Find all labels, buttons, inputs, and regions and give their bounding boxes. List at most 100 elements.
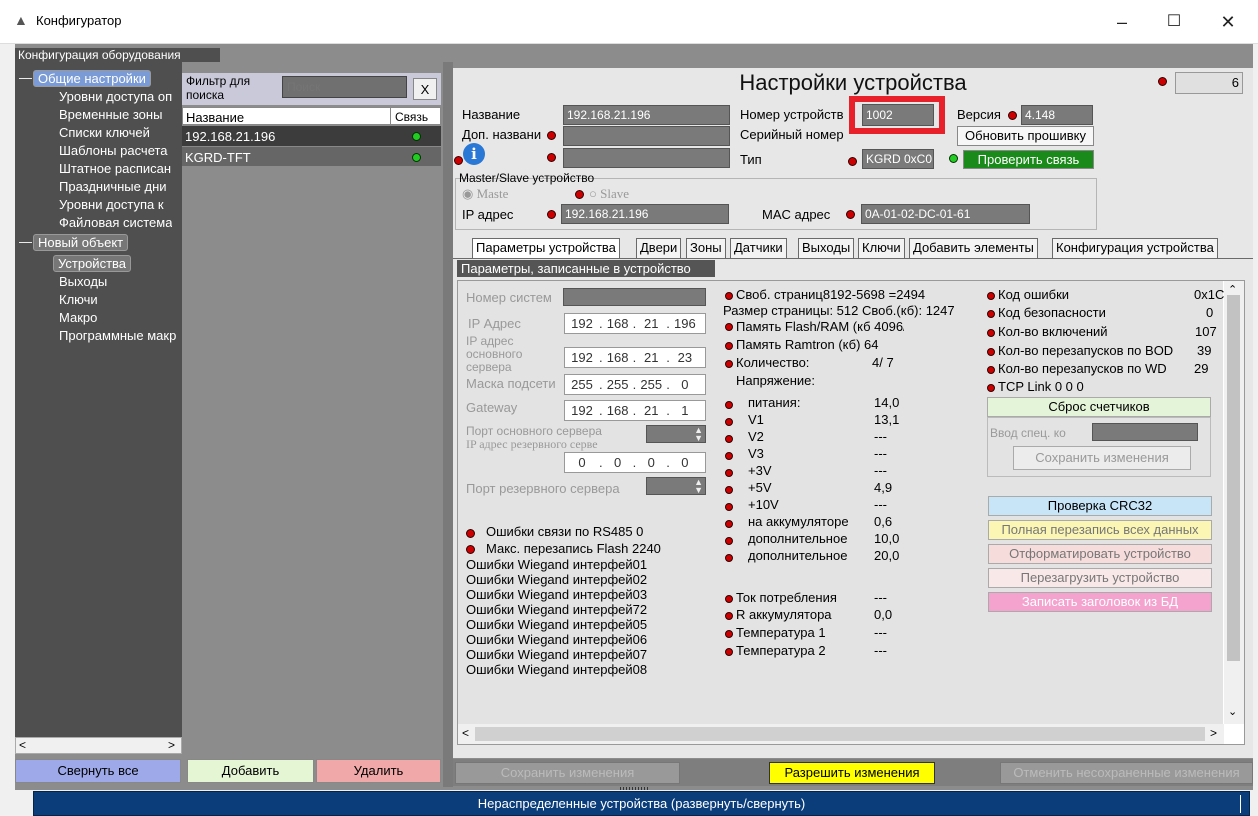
grip-handle[interactable] bbox=[620, 787, 650, 790]
reset-counters-button[interactable]: Сброс счетчиков bbox=[987, 397, 1211, 417]
tree-item[interactable]: Временные зоны bbox=[59, 107, 162, 122]
tree-item[interactable]: Уровни доступа к bbox=[59, 197, 164, 212]
scroll-left-icon[interactable]: < bbox=[462, 726, 469, 740]
device-row[interactable]: KGRD-TFT bbox=[182, 146, 441, 166]
scroll-right-icon[interactable]: > bbox=[168, 738, 175, 752]
bod-restarts-value: 39 bbox=[1197, 343, 1212, 358]
spin-icon[interactable]: ▲ ▼ bbox=[694, 478, 703, 494]
type-label: Тип bbox=[740, 152, 762, 167]
maximize-icon[interactable]: ☐ bbox=[1158, 8, 1190, 36]
tree-item[interactable]: Макро bbox=[59, 310, 97, 325]
tree-item[interactable]: Праздничные дни bbox=[59, 179, 167, 194]
filter-label: Фильтр для поиска bbox=[186, 74, 251, 102]
name-field[interactable]: 192.168.21.196 bbox=[563, 105, 730, 125]
tree-hscrollbar[interactable]: < > bbox=[15, 737, 182, 754]
device-row[interactable]: 192.168.21.196 bbox=[182, 126, 441, 146]
name-label: Название bbox=[462, 107, 521, 122]
ip-address-input[interactable]: 192. 168. 21. 196 bbox=[564, 313, 706, 334]
tab-doors[interactable]: Двери bbox=[636, 238, 682, 258]
unassigned-devices-bar[interactable]: Нераспределенные устройства (развернуть/… bbox=[33, 791, 1250, 816]
temp1-label: Температура 1 bbox=[736, 625, 826, 640]
special-code-input[interactable] bbox=[1092, 423, 1198, 441]
tree-item[interactable]: Списки ключей bbox=[59, 125, 150, 140]
subnet-mask-input[interactable]: 255. 255. 255. 0 bbox=[564, 374, 706, 395]
scroll-thumb[interactable] bbox=[1227, 295, 1240, 661]
clear-filter-button[interactable]: X bbox=[413, 78, 437, 100]
main-server-ip-input[interactable]: 192. 168. 21. 23 bbox=[564, 347, 706, 368]
splitter[interactable] bbox=[443, 62, 453, 787]
alt-name-field[interactable] bbox=[563, 126, 730, 146]
master-radio[interactable]: ◉ Maste bbox=[462, 186, 508, 202]
info-icon[interactable]: i bbox=[463, 143, 485, 165]
status-indicator-icon bbox=[547, 131, 556, 140]
reboot-device-button[interactable]: Перезагрузить устройство bbox=[988, 568, 1212, 588]
tab-sensors[interactable]: Датчики bbox=[730, 238, 787, 258]
cancel-changes-button[interactable]: Отменить несохраненные изменения bbox=[1000, 762, 1253, 784]
check-link-button[interactable]: Проверить связь bbox=[963, 150, 1094, 169]
hscrollbar[interactable]: < > bbox=[458, 724, 1224, 744]
vscrollbar[interactable]: ⌃ ⌄ bbox=[1224, 281, 1244, 724]
format-device-button[interactable]: Отформатировать устройство bbox=[988, 544, 1212, 564]
reserve-ip-label: IP адрес резервного серве bbox=[466, 437, 598, 451]
wiegand-error: Ошибки Wiegand интерфей72 bbox=[466, 602, 648, 617]
allow-changes-button[interactable]: Разрешить изменения bbox=[769, 762, 935, 784]
tree-item[interactable]: Уровни доступа оп bbox=[59, 89, 172, 104]
write-header-button[interactable]: Записать заголовок из БД bbox=[988, 592, 1212, 612]
status-indicator-icon bbox=[846, 210, 855, 219]
scroll-down-icon[interactable]: ⌄ bbox=[1228, 705, 1237, 718]
wiegand-error: Ошибки Wiegand интерфей03 bbox=[466, 587, 648, 602]
scroll-left-icon[interactable]: < bbox=[19, 738, 26, 752]
minimize-icon[interactable]: – bbox=[1106, 8, 1138, 36]
tab-outputs[interactable]: Выходы bbox=[798, 238, 855, 258]
collapse-icon[interactable]: — bbox=[19, 70, 32, 85]
tab-zones[interactable]: Зоны bbox=[686, 238, 726, 258]
delete-button[interactable]: Удалить bbox=[316, 759, 441, 783]
tree-item-new-object[interactable]: Новый объект bbox=[33, 234, 129, 251]
bod-restarts-label: Кол-во перезапусков по BOD bbox=[998, 343, 1174, 358]
tab-device-config[interactable]: Конфигурация устройства bbox=[1052, 238, 1218, 258]
extra-field[interactable] bbox=[563, 148, 730, 168]
gateway-input[interactable]: 192. 168. 21. 1 bbox=[564, 400, 706, 421]
mac-field[interactable]: 0A-01-02-DC-01-61 bbox=[861, 204, 1030, 224]
tab-add-elements[interactable]: Добавить элементы bbox=[909, 238, 1038, 258]
current-label: Ток потребления bbox=[736, 590, 837, 605]
tab-device-params[interactable]: Параметры устройства bbox=[472, 238, 620, 258]
tree-item[interactable]: Программные макр bbox=[59, 328, 176, 343]
tree-item[interactable]: Файловая система bbox=[59, 215, 172, 230]
col-name-header[interactable]: Название bbox=[186, 110, 244, 125]
search-input[interactable] bbox=[282, 76, 407, 98]
spin-icon[interactable]: ▲ ▼ bbox=[694, 426, 703, 442]
window-title: Конфигуратор bbox=[36, 13, 122, 28]
tree-item-devices[interactable]: Устройства bbox=[53, 255, 132, 272]
tree-item[interactable]: Выходы bbox=[59, 274, 107, 289]
save-code-button[interactable]: Сохранить изменения bbox=[1013, 446, 1191, 470]
status-indicator-icon bbox=[725, 469, 733, 477]
save-changes-button[interactable]: Сохранить изменения bbox=[455, 762, 680, 784]
octet: 21 bbox=[644, 403, 659, 418]
slave-radio[interactable]: ○ Slave bbox=[589, 186, 629, 202]
scroll-right-icon[interactable]: > bbox=[1210, 726, 1217, 740]
col-link-header[interactable]: Связь bbox=[395, 110, 428, 124]
status-indicator-icon bbox=[725, 630, 733, 638]
update-firmware-button[interactable]: Обновить прошивку bbox=[957, 126, 1094, 146]
tree-item-general[interactable]: Общие настройки bbox=[33, 70, 151, 87]
full-rewrite-button[interactable]: Полная перезапись всех данных bbox=[988, 520, 1212, 540]
main-port-stepper[interactable]: ▲ ▼ bbox=[646, 425, 706, 443]
hscroll-thumb[interactable] bbox=[475, 727, 1205, 741]
reserve-port-stepper[interactable]: ▲ ▼ bbox=[646, 477, 706, 495]
tree-item[interactable]: Шаблоны расчета bbox=[59, 143, 168, 158]
ip-field[interactable]: 192.168.21.196 bbox=[561, 204, 729, 224]
close-icon[interactable]: ✕ bbox=[1212, 8, 1244, 36]
system-number-field[interactable] bbox=[563, 288, 706, 306]
app-icon: ▲ bbox=[14, 12, 28, 28]
master-slave-label: Master/Slave устройство bbox=[459, 171, 595, 185]
collapse-icon[interactable]: — bbox=[19, 234, 32, 249]
tree-item[interactable]: Штатное расписан bbox=[59, 161, 171, 176]
tree-item[interactable]: Ключи bbox=[59, 292, 98, 307]
reserve-ip-input[interactable]: 0.0.0.0 bbox=[564, 452, 706, 473]
status-indicator-icon bbox=[725, 323, 733, 331]
crc-check-button[interactable]: Проверка CRC32 bbox=[988, 496, 1212, 516]
collapse-all-button[interactable]: Свернуть все bbox=[15, 759, 181, 783]
tab-keys[interactable]: Ключи bbox=[858, 238, 905, 258]
add-button[interactable]: Добавить bbox=[187, 759, 314, 783]
